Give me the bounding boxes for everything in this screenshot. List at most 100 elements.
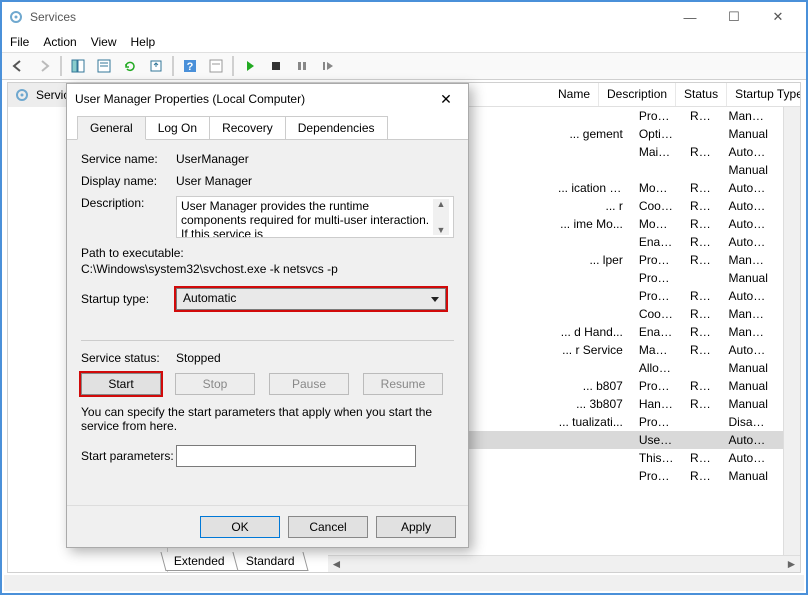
- startup-type-select[interactable]: Automatic: [176, 288, 446, 310]
- cell-startup-type: Automatic (D...: [721, 216, 777, 232]
- cell-status: Running: [682, 180, 720, 196]
- stop-service-button[interactable]: [264, 54, 288, 78]
- forward-button[interactable]: [32, 54, 56, 78]
- cell-status: Running: [682, 324, 720, 340]
- tab-dependencies[interactable]: Dependencies: [285, 116, 388, 139]
- services-window: Services — ☐ ✕ File Action View Help ?: [0, 0, 808, 595]
- cell-status: Running: [682, 144, 720, 160]
- tab-extended[interactable]: Extended: [160, 552, 238, 571]
- cell-status: [682, 421, 720, 423]
- status-bar: [4, 575, 804, 591]
- cell-description: Enables Tou...: [631, 324, 682, 340]
- cell-status: [682, 169, 720, 171]
- menu-help[interactable]: Help: [131, 35, 156, 49]
- display-name-value: User Manager: [176, 174, 454, 188]
- cell-description: Provides ap...: [631, 378, 682, 394]
- menubar: File Action View Help: [2, 32, 806, 52]
- cancel-button[interactable]: Cancel: [288, 516, 368, 538]
- cell-startup-type: Automatic: [721, 288, 777, 304]
- window-controls: — ☐ ✕: [668, 3, 800, 31]
- tab-general[interactable]: General: [77, 116, 146, 140]
- service-status-value: Stopped: [176, 351, 454, 365]
- refresh-button[interactable]: [118, 54, 142, 78]
- start-service-button[interactable]: [238, 54, 262, 78]
- label-service-name: Service name:: [81, 152, 176, 166]
- cell-status: [682, 367, 720, 369]
- tab-recovery[interactable]: Recovery: [209, 116, 286, 139]
- resume-button: Resume: [363, 373, 443, 395]
- menu-action[interactable]: Action: [43, 35, 76, 49]
- cell-startup-type: Automatic: [721, 450, 777, 466]
- start-params-note: You can specify the start parameters tha…: [81, 405, 454, 433]
- start-parameters-input[interactable]: [176, 445, 416, 467]
- scroll-right-icon[interactable]: ►: [783, 556, 800, 573]
- cell-status: Running: [682, 252, 720, 268]
- cell-status: Running: [682, 342, 720, 358]
- cell-description: Coordinates...: [631, 306, 682, 322]
- cell-startup-type: Manual (Trig...: [721, 324, 777, 340]
- cell-startup-type: Manual: [721, 378, 777, 394]
- service-control-row: Start Stop Pause Resume: [81, 373, 454, 395]
- cell-description: Coordinates...: [631, 198, 682, 214]
- label-display-name: Display name:: [81, 174, 176, 188]
- close-button[interactable]: ✕: [756, 3, 800, 31]
- cell-status: Running: [682, 198, 720, 214]
- description-scrollbar[interactable]: ▲▼: [433, 199, 449, 235]
- executable-path: C:\Windows\system32\svchost.exe -k netsv…: [81, 262, 454, 276]
- cell-description: Provides us...: [631, 288, 682, 304]
- cell-status: Running: [682, 450, 720, 466]
- cell-status: [682, 277, 720, 279]
- back-button[interactable]: [6, 54, 30, 78]
- cell-description: Monitors an...: [631, 216, 682, 232]
- properties-button[interactable]: [92, 54, 116, 78]
- service-name-value: UserManager: [176, 152, 454, 166]
- scroll-left-icon[interactable]: ◄: [328, 556, 345, 573]
- label-description: Description:: [81, 196, 176, 210]
- cell-description: Manages W...: [631, 342, 682, 358]
- minimize-button[interactable]: —: [668, 3, 712, 31]
- cell-status: Running: [682, 468, 720, 484]
- cell-startup-type: Manual: [721, 270, 777, 286]
- col-header-startup-type[interactable]: Startup Type: [727, 83, 800, 106]
- tab-standard[interactable]: Standard: [232, 552, 308, 571]
- export-button[interactable]: [144, 54, 168, 78]
- cell-description: Enables a us...: [631, 234, 682, 250]
- maximize-button[interactable]: ☐: [712, 3, 756, 31]
- cell-startup-type: Disabled: [721, 414, 777, 430]
- properties-alt-button[interactable]: [204, 54, 228, 78]
- cell-status: Running: [682, 234, 720, 250]
- cell-startup-type: Manual: [721, 126, 777, 142]
- cell-status: Running: [682, 396, 720, 412]
- cell-status: Running: [682, 288, 720, 304]
- vertical-scrollbar[interactable]: [783, 107, 800, 555]
- dialog-close-button[interactable]: ✕: [432, 87, 460, 111]
- cell-description: Provides su...: [631, 414, 682, 430]
- menu-view[interactable]: View: [91, 35, 117, 49]
- cell-status: [682, 133, 720, 135]
- services-icon: [8, 9, 24, 25]
- dialog-body: Service name: UserManager Display name: …: [67, 140, 468, 483]
- cell-startup-type: Manual: [721, 468, 777, 484]
- start-button[interactable]: Start: [81, 373, 161, 395]
- menu-file[interactable]: File: [10, 35, 29, 49]
- ok-button[interactable]: OK: [200, 516, 280, 538]
- cell-startup-type: Manual (Trig...: [721, 108, 777, 124]
- svg-text:?: ?: [187, 61, 194, 73]
- cell-startup-type: Manual: [721, 360, 777, 376]
- col-header-description[interactable]: Description: [599, 83, 676, 106]
- cell-startup-type: Manual (Trig...: [721, 306, 777, 322]
- toolbar-separator: [232, 56, 234, 76]
- col-header-status[interactable]: Status: [676, 83, 727, 106]
- tab-logon[interactable]: Log On: [145, 116, 210, 139]
- cell-description: Allows UPn...: [631, 360, 682, 376]
- show-hide-tree-button[interactable]: [66, 54, 90, 78]
- restart-service-button[interactable]: [316, 54, 340, 78]
- horizontal-scrollbar[interactable]: ◄ ►: [328, 555, 800, 572]
- cell-description: User Manag...: [631, 432, 682, 448]
- help-button[interactable]: ?: [178, 54, 202, 78]
- apply-button[interactable]: Apply: [376, 516, 456, 538]
- pause-service-button[interactable]: [290, 54, 314, 78]
- description-box: User Manager provides the runtime compon…: [176, 196, 454, 238]
- window-titlebar: Services — ☐ ✕: [2, 2, 806, 32]
- dialog-button-row: OK Cancel Apply: [67, 505, 468, 547]
